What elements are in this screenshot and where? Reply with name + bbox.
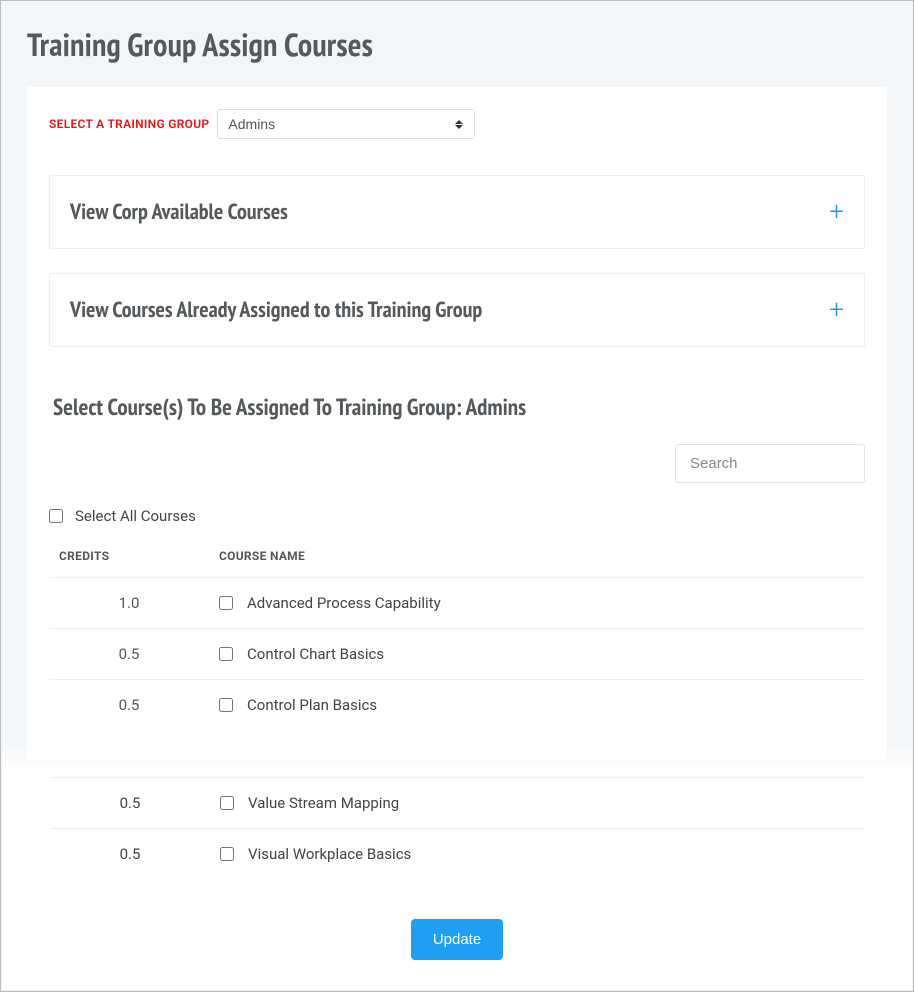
select-all-label: Select All Courses [75,507,196,525]
plus-icon: + [829,297,844,323]
col-course-name: COURSE NAME [209,535,865,578]
course-name: Visual Workplace Basics [248,845,411,863]
course-cell: Value Stream Mapping [210,778,864,829]
course-name: Control Plan Basics [247,696,377,714]
course-checkbox[interactable] [220,796,234,810]
course-checkbox[interactable] [220,847,234,861]
main-panel: SELECT A TRAINING GROUP Admins View Corp… [27,87,887,760]
credits-cell: 0.5 [49,680,209,731]
accordion-assigned-courses[interactable]: View Courses Already Assigned to this Tr… [49,273,865,347]
table-row: 1.0 Advanced Process Capability [49,578,865,629]
courses-table-bottom: 0.5 Value Stream Mapping 0.5 Visual Work… [50,777,864,879]
credits-cell: 0.5 [49,629,209,680]
select-all-row: Select All Courses [49,507,865,535]
training-group-selector-row: SELECT A TRAINING GROUP Admins [49,109,865,139]
course-cell: Visual Workplace Basics [210,829,864,880]
training-group-select-wrap: Admins [217,109,475,139]
course-cell: Advanced Process Capability [209,578,865,629]
accordion-title: View Corp Available Courses [70,198,288,226]
plus-icon: + [829,199,844,225]
select-all-checkbox[interactable] [49,509,63,523]
accordion-corp-available[interactable]: View Corp Available Courses + [49,175,865,249]
accordion-title: View Courses Already Assigned to this Tr… [70,296,482,324]
course-cell: Control Plan Basics [209,680,865,731]
course-checkbox[interactable] [219,698,233,712]
credits-cell: 1.0 [49,578,209,629]
assign-section-heading: Select Course(s) To Be Assigned To Train… [53,393,865,422]
credits-cell: 0.5 [50,829,210,880]
actions-row: Update [50,919,864,960]
bottom-block: 0.5 Value Stream Mapping 0.5 Visual Work… [2,777,912,990]
course-name: Value Stream Mapping [248,794,399,812]
table-row: 0.5 Value Stream Mapping [50,778,864,829]
col-credits: CREDITS [49,535,209,578]
training-group-label: SELECT A TRAINING GROUP [49,117,209,131]
search-row [49,444,865,483]
course-checkbox[interactable] [219,596,233,610]
table-row: 0.5 Control Plan Basics [49,680,865,731]
course-cell: Control Chart Basics [209,629,865,680]
course-name: Advanced Process Capability [247,594,441,612]
table-row: 0.5 Control Chart Basics [49,629,865,680]
courses-table: CREDITS COURSE NAME 1.0 Advanced Process… [49,535,865,730]
course-checkbox[interactable] [219,647,233,661]
page-title: Training Group Assign Courses [27,9,887,87]
table-row: 0.5 Visual Workplace Basics [50,829,864,880]
update-button[interactable]: Update [411,919,503,960]
search-input[interactable] [675,444,865,483]
training-group-select[interactable]: Admins [217,109,475,139]
course-name: Control Chart Basics [247,645,384,663]
credits-cell: 0.5 [50,778,210,829]
